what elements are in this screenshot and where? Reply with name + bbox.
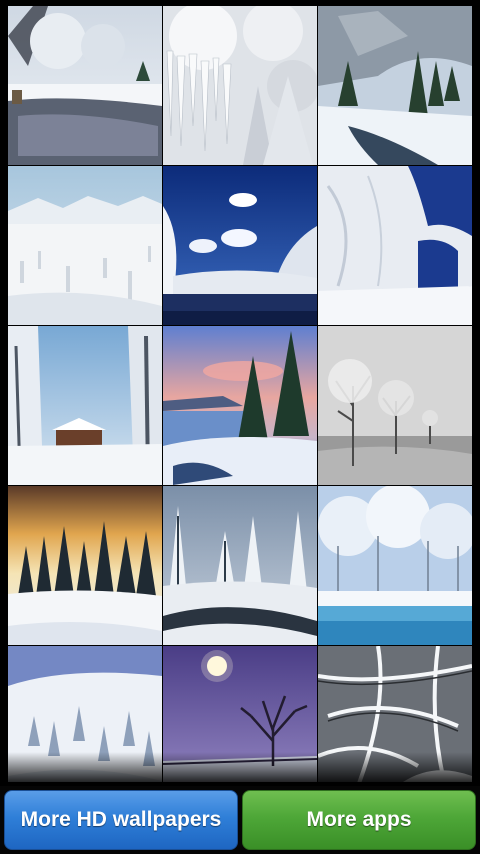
foggy-bare-trees-thumbnail[interactable] [318, 326, 472, 485]
frozen-pond-thumbnail[interactable] [318, 486, 472, 645]
snowy-hillside-thumbnail[interactable] [8, 646, 162, 782]
glacier-arch-thumbnail[interactable] [318, 166, 472, 325]
golden-sky-forest-thumbnail[interactable] [8, 486, 162, 645]
snowy-plain-mountains-thumbnail[interactable] [8, 166, 162, 325]
more-apps-label: More apps [306, 808, 412, 831]
more-apps-button[interactable]: More apps [242, 790, 476, 850]
more-hd-wallpapers-button[interactable]: More HD wallpapers [4, 790, 238, 850]
bottom-button-bar: More HD wallpapers More apps [0, 786, 480, 854]
wallpaper-grid [8, 6, 472, 782]
sunset-lake-pines-thumbnail[interactable] [163, 326, 317, 485]
frosted-cabin-thumbnail[interactable] [8, 326, 162, 485]
mountain-valley-stream-thumbnail[interactable] [318, 6, 472, 165]
moonlit-tree-thumbnail[interactable] [163, 646, 317, 782]
snowy-forest-river-thumbnail[interactable] [8, 6, 162, 165]
wallpaper-gallery-screen: More HD wallpapers More apps [0, 0, 480, 854]
blue-sky-lake-thumbnail[interactable] [163, 166, 317, 325]
snowy-branches-thumbnail[interactable] [318, 646, 472, 782]
icicle-frozen-trees-thumbnail[interactable] [163, 6, 317, 165]
more-hd-wallpapers-label: More HD wallpapers [20, 808, 222, 831]
snowy-creek-thumbnail[interactable] [163, 486, 317, 645]
